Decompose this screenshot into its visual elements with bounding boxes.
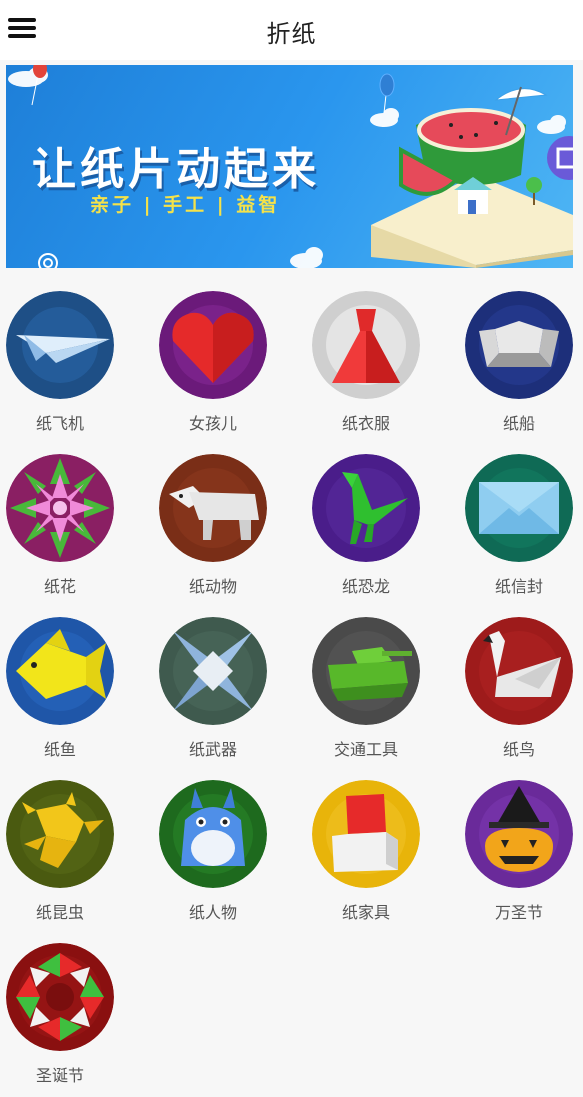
dress-icon <box>312 291 420 399</box>
category-label: 纸动物 <box>188 577 237 596</box>
fish-icon <box>6 617 114 725</box>
category-item-girls[interactable]: 女孩儿 <box>153 288 306 448</box>
insect-icon <box>6 780 114 888</box>
category-label: 纸恐龙 <box>341 577 390 596</box>
category-label: 纸鱼 <box>43 740 76 759</box>
heart-icon <box>159 291 267 399</box>
shuriken-icon <box>159 617 267 725</box>
envelope-icon <box>465 454 573 562</box>
category-label: 圣诞节 <box>35 1066 84 1085</box>
category-item-furniture[interactable]: 纸家具 <box>306 777 459 937</box>
polar-bear-icon <box>159 454 267 562</box>
category-item-people[interactable]: 纸人物 <box>153 777 306 937</box>
totoro-icon <box>159 780 267 888</box>
paper-boat-icon <box>465 291 573 399</box>
app-screen: 折纸 让纸片动起来 亲子 | 手工 | 益智 纸飞机 女孩儿 纸衣服 纸船 纸花… <box>0 0 583 1097</box>
category-label: 纸人物 <box>188 903 237 922</box>
top-bar: 折纸 <box>0 0 583 60</box>
category-label: 女孩儿 <box>188 414 237 433</box>
chair-icon <box>312 780 420 888</box>
category-item-vehicle[interactable]: 交通工具 <box>306 614 459 774</box>
category-item-christmas[interactable]: 圣诞节 <box>0 940 153 1097</box>
dinosaur-icon <box>312 454 420 562</box>
category-label: 交通工具 <box>333 740 398 759</box>
category-label: 纸花 <box>43 577 76 596</box>
wreath-icon <box>6 943 114 1051</box>
category-item-halloween[interactable]: 万圣节 <box>459 777 583 937</box>
category-item-clothes[interactable]: 纸衣服 <box>306 288 459 448</box>
category-label: 纸鸟 <box>502 740 535 759</box>
category-item-dinosaur[interactable]: 纸恐龙 <box>306 451 459 611</box>
category-item-insect[interactable]: 纸昆虫 <box>0 777 153 937</box>
flower-icon <box>6 454 114 562</box>
category-label: 纸飞机 <box>35 414 84 433</box>
category-item-weapon[interactable]: 纸武器 <box>153 614 306 774</box>
paper-airplane-icon <box>6 291 114 399</box>
category-label: 纸衣服 <box>341 414 390 433</box>
category-label: 纸信封 <box>494 577 543 596</box>
category-item-flower[interactable]: 纸花 <box>0 451 153 611</box>
category-label: 纸船 <box>502 414 535 433</box>
category-item-boat[interactable]: 纸船 <box>459 288 583 448</box>
category-item-animal[interactable]: 纸动物 <box>153 451 306 611</box>
banner-headline: 让纸片动起来 <box>32 144 320 195</box>
pumpkin-witch-hat-icon <box>465 780 573 888</box>
tank-icon <box>312 617 420 725</box>
category-label: 纸家具 <box>341 903 390 922</box>
category-item-bird[interactable]: 纸鸟 <box>459 614 583 774</box>
promo-banner[interactable]: 让纸片动起来 亲子 | 手工 | 益智 <box>6 65 573 268</box>
category-item-paper-airplane[interactable]: 纸飞机 <box>0 288 153 448</box>
category-label: 万圣节 <box>494 903 543 922</box>
swan-icon <box>465 617 573 725</box>
banner-subline: 亲子 | 手工 | 益智 <box>90 194 281 216</box>
category-label: 纸武器 <box>188 740 237 759</box>
category-item-fish[interactable]: 纸鱼 <box>0 614 153 774</box>
category-label: 纸昆虫 <box>35 903 84 922</box>
page-title: 折纸 <box>266 20 317 48</box>
category-item-envelope[interactable]: 纸信封 <box>459 451 583 611</box>
